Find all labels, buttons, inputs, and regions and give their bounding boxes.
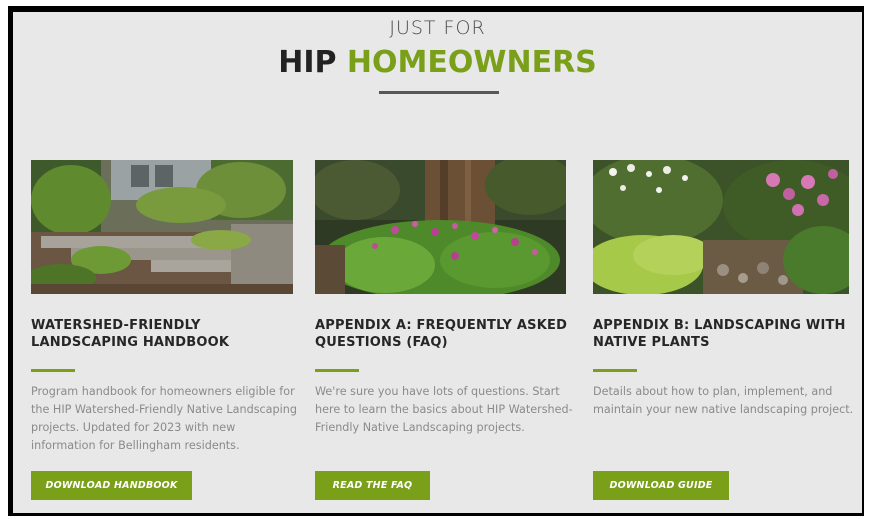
download-guide-button[interactable]: DOWNLOAD GUIDE bbox=[593, 471, 729, 500]
card-title-line: WATERSHED-FRIENDLY bbox=[31, 318, 201, 333]
card-description-faq: We're sure you have lots of questions. S… bbox=[315, 383, 573, 437]
read-faq-button[interactable]: READ THE FAQ bbox=[315, 471, 430, 500]
card-divider bbox=[593, 369, 637, 372]
card-title-line: APPENDIX B: LANDSCAPING WITH bbox=[593, 318, 846, 333]
card-divider bbox=[315, 369, 359, 372]
headline-underline bbox=[379, 91, 499, 94]
card-title-line: NATIVE PLANTS bbox=[593, 335, 710, 350]
section-kicker: JUST FOR bbox=[389, 17, 486, 39]
card-text-line: the HIP Watershed-Friendly Native Landsc… bbox=[31, 403, 297, 416]
card-image-native-plants bbox=[593, 160, 849, 294]
card-image-handbook bbox=[31, 160, 293, 294]
card-title-line: QUESTIONS (FAQ) bbox=[315, 335, 448, 350]
homeowners-section: JUST FOR HIP HOMEOWNERS WATERSHED-FRIEND… bbox=[13, 12, 862, 513]
card-text-line: Details about how to plan, implement, an… bbox=[593, 385, 833, 398]
headline-accent-text: HOMEOWNERS bbox=[346, 45, 597, 80]
card-description-handbook: Program handbook for homeowners eligible… bbox=[31, 383, 297, 455]
card-text-line: information for Bellingham residents. bbox=[31, 439, 240, 452]
card-text-line: projects. Updated for 2023 with new bbox=[31, 421, 236, 434]
headline-text: HIP bbox=[278, 45, 347, 80]
download-handbook-button[interactable]: DOWNLOAD HANDBOOK bbox=[31, 471, 192, 500]
card-divider bbox=[31, 369, 75, 372]
card-text-line: here to learn the basics about HIP Water… bbox=[315, 403, 573, 416]
card-text-line: maintain your new native landscaping pro… bbox=[593, 403, 854, 416]
card-description-native-plants: Details about how to plan, implement, an… bbox=[593, 383, 853, 419]
card-title-line: APPENDIX A: FREQUENTLY ASKED bbox=[315, 318, 568, 333]
card-text-line: Program handbook for homeowners eligible… bbox=[31, 385, 295, 398]
card-image-faq bbox=[315, 160, 566, 294]
card-title-native-plants: APPENDIX B: LANDSCAPING WITH NATIVE PLAN… bbox=[593, 317, 846, 351]
card-title-handbook: WATERSHED-FRIENDLY LANDSCAPING HANDBOOK bbox=[31, 317, 229, 351]
card-text-line: Friendly Native Landscaping projects. bbox=[315, 421, 525, 434]
card-title-faq: APPENDIX A: FREQUENTLY ASKED QUESTIONS (… bbox=[315, 317, 567, 351]
card-title-line: LANDSCAPING HANDBOOK bbox=[31, 335, 230, 350]
card-text-line: We're sure you have lots of questions. S… bbox=[315, 385, 560, 398]
section-headline: HIP HOMEOWNERS bbox=[13, 45, 862, 80]
